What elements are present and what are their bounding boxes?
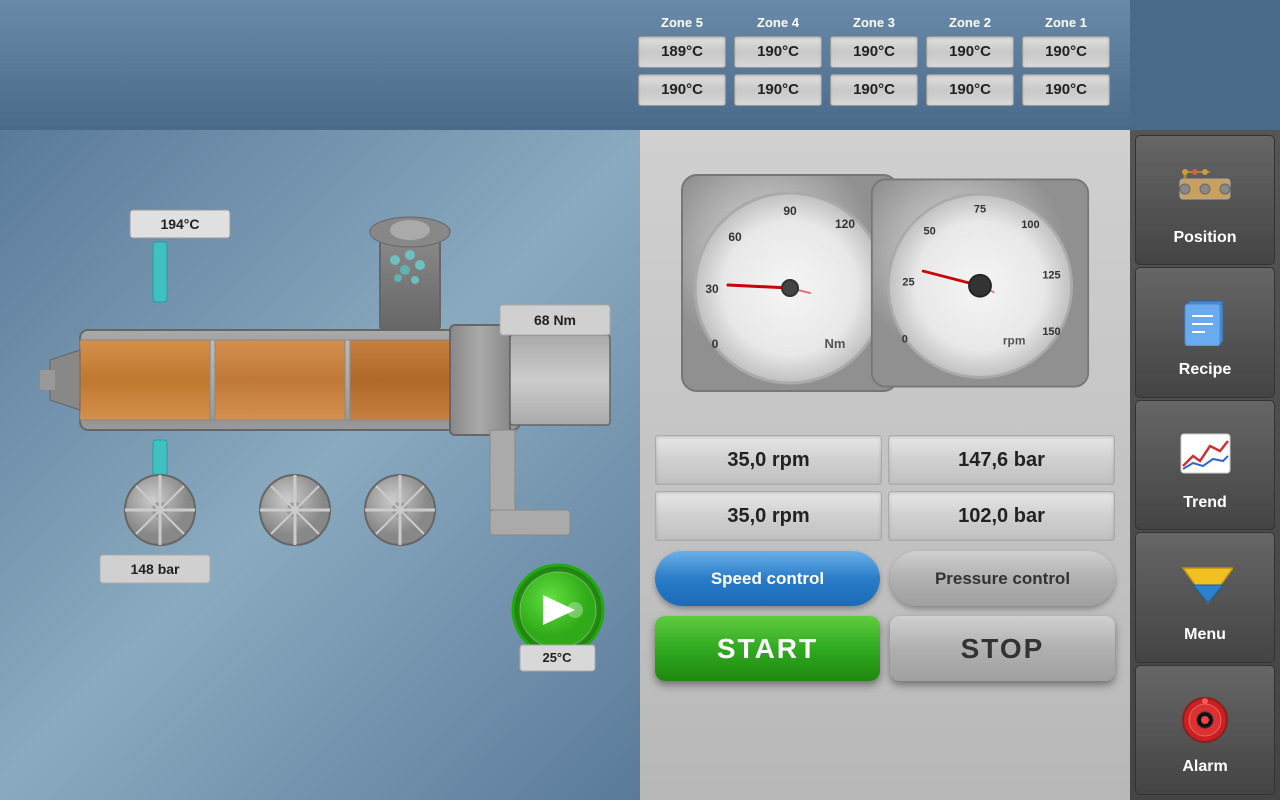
sidebar-position-button[interactable]: Position (1135, 135, 1275, 265)
sidebar-trend-button[interactable]: Trend (1135, 400, 1275, 530)
zone-label-2: Zone 3 (853, 15, 895, 30)
zone-label-3: Zone 2 (949, 15, 991, 30)
data-grid: 35,0 rpm 147,6 bar 35,0 rpm 102,0 bar (655, 435, 1115, 541)
zone-col-1: Zone 4 190°C 190°C (734, 15, 822, 106)
zone-col-4: Zone 1 190°C 190°C (1022, 15, 1110, 106)
sidebar-alarm-button[interactable]: Alarm (1135, 665, 1275, 795)
menu-label: Menu (1184, 626, 1226, 644)
svg-text:194°C: 194°C (160, 216, 199, 232)
gauges-container: 0 30 60 90 120 Nm (655, 145, 1115, 425)
zone-actual-2: 190°C (830, 74, 918, 106)
zone-col-2: Zone 3 190°C 190°C (830, 15, 918, 106)
trend-icon (1170, 419, 1240, 489)
control-buttons: Speed control Pressure control (655, 551, 1115, 606)
menu-icon (1170, 551, 1240, 621)
zone-setpoint-4: 190°C (1022, 36, 1110, 68)
sidebar-menu-button[interactable]: Menu (1135, 532, 1275, 662)
top-bar: Zone 5189°C190°CZone 4190°C190°CZone 319… (0, 0, 1130, 130)
svg-text:150: 150 (1042, 326, 1060, 338)
recipe-icon (1170, 286, 1240, 356)
pressure-control-button[interactable]: Pressure control (890, 551, 1115, 606)
sidebar-recipe-button[interactable]: Recipe (1135, 267, 1275, 397)
zone-setpoint-1: 190°C (734, 36, 822, 68)
svg-text:Nm: Nm (825, 336, 846, 351)
svg-text:75: 75 (974, 203, 986, 215)
zone-col-0: Zone 5 189°C 190°C (638, 15, 726, 106)
action-buttons: START STOP (655, 616, 1115, 681)
alarm-label: Alarm (1182, 758, 1227, 776)
zone-setpoint-2: 190°C (830, 36, 918, 68)
zone-setpoint-3: 190°C (926, 36, 1014, 68)
sidebar: Position Recipe (1130, 130, 1280, 800)
svg-text:60: 60 (728, 230, 742, 244)
svg-text:120: 120 (835, 217, 855, 231)
svg-text:25: 25 (902, 276, 914, 288)
speed-actual-display: 35,0 rpm (655, 491, 882, 541)
speed-setpoint-display: 35,0 rpm (655, 435, 882, 485)
position-icon (1170, 154, 1240, 224)
zone-actual-3: 190°C (926, 74, 1014, 106)
svg-text:25°C: 25°C (542, 650, 572, 665)
pressure-2-display: 102,0 bar (888, 491, 1115, 541)
zone-label-4: Zone 1 (1045, 15, 1087, 30)
zone-setpoint-0: 189°C (638, 36, 726, 68)
zone-col-3: Zone 2 190°C 190°C (926, 15, 1014, 106)
position-label: Position (1173, 229, 1236, 247)
alarm-icon (1170, 683, 1240, 753)
start-button[interactable]: START (655, 616, 880, 681)
svg-text:rpm: rpm (1003, 333, 1026, 347)
svg-text:100: 100 (1021, 219, 1039, 231)
nm-gauge: 0 30 60 90 120 Nm (680, 173, 900, 398)
svg-text:50: 50 (923, 225, 935, 237)
svg-text:30: 30 (705, 282, 719, 296)
svg-text:90: 90 (783, 204, 797, 218)
right-panel: 0 30 60 90 120 Nm (640, 130, 1130, 800)
speed-control-button[interactable]: Speed control (655, 551, 880, 606)
svg-text:125: 125 (1042, 269, 1060, 281)
machine-diagram: 194°C (0, 130, 640, 800)
svg-text:68 Nm: 68 Nm (534, 312, 576, 328)
svg-text:148 bar: 148 bar (130, 561, 180, 577)
trend-label: Trend (1183, 494, 1227, 512)
rpm-gauge: 0 25 50 75 100 125 150 rpm (870, 173, 1090, 398)
stop-button[interactable]: STOP (890, 616, 1115, 681)
svg-text:0: 0 (902, 333, 908, 345)
svg-text:0: 0 (712, 337, 719, 351)
pressure-1-display: 147,6 bar (888, 435, 1115, 485)
recipe-label: Recipe (1179, 361, 1231, 379)
zone-label-1: Zone 4 (757, 15, 799, 30)
zone-actual-0: 190°C (638, 74, 726, 106)
zone-actual-1: 190°C (734, 74, 822, 106)
zone-label-0: Zone 5 (661, 15, 703, 30)
zone-actual-4: 190°C (1022, 74, 1110, 106)
